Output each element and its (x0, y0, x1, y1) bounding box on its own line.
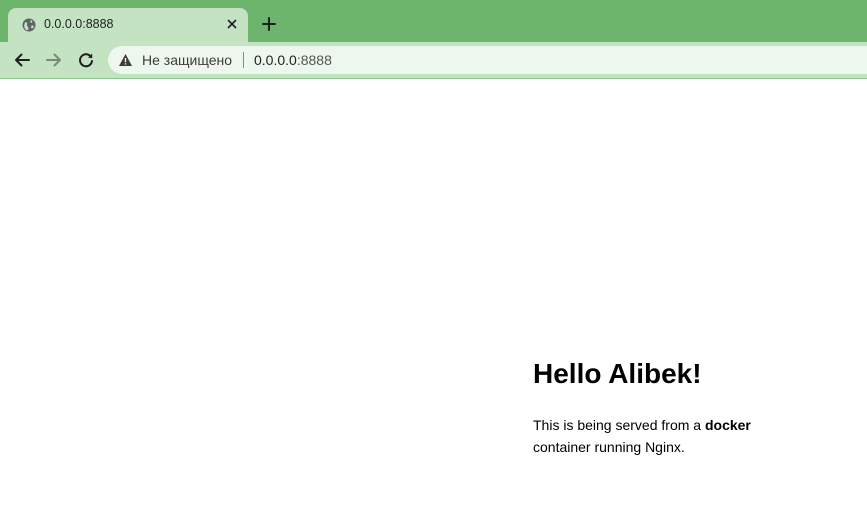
paragraph-text-end: container running Nginx. (533, 439, 685, 455)
tab-title: 0.0.0.0:8888 (44, 17, 114, 31)
url-host: 0.0.0.0 (254, 52, 297, 68)
page-heading: Hello Alibek! (533, 358, 702, 389)
paragraph-text-start: This is being served from a (533, 417, 705, 433)
globe-icon (22, 18, 36, 32)
url-text[interactable]: 0.0.0.0:8888 (254, 52, 332, 68)
security-status-label[interactable]: Не защищено (142, 52, 232, 68)
page-paragraph: This is being served from a docker conta… (533, 414, 773, 458)
tab-strip: 0.0.0.0:8888 (0, 0, 867, 42)
browser-tab[interactable]: 0.0.0.0:8888 (8, 8, 248, 42)
url-port: :8888 (296, 52, 332, 68)
page-content: Hello Alibek! This is being served from … (0, 79, 867, 525)
new-tab-plus-icon[interactable] (261, 16, 277, 32)
forward-arrow-icon[interactable] (45, 51, 63, 69)
address-bar[interactable]: Не защищено 0.0.0.0:8888 (108, 46, 867, 74)
browser-toolbar: Не защищено 0.0.0.0:8888 (0, 42, 867, 79)
back-arrow-icon[interactable] (13, 51, 31, 69)
omnibox-divider (243, 52, 244, 68)
paragraph-bold-text: docker (704, 417, 751, 433)
reload-icon[interactable] (77, 51, 95, 69)
warning-icon[interactable] (118, 53, 133, 67)
close-icon[interactable] (225, 17, 239, 31)
